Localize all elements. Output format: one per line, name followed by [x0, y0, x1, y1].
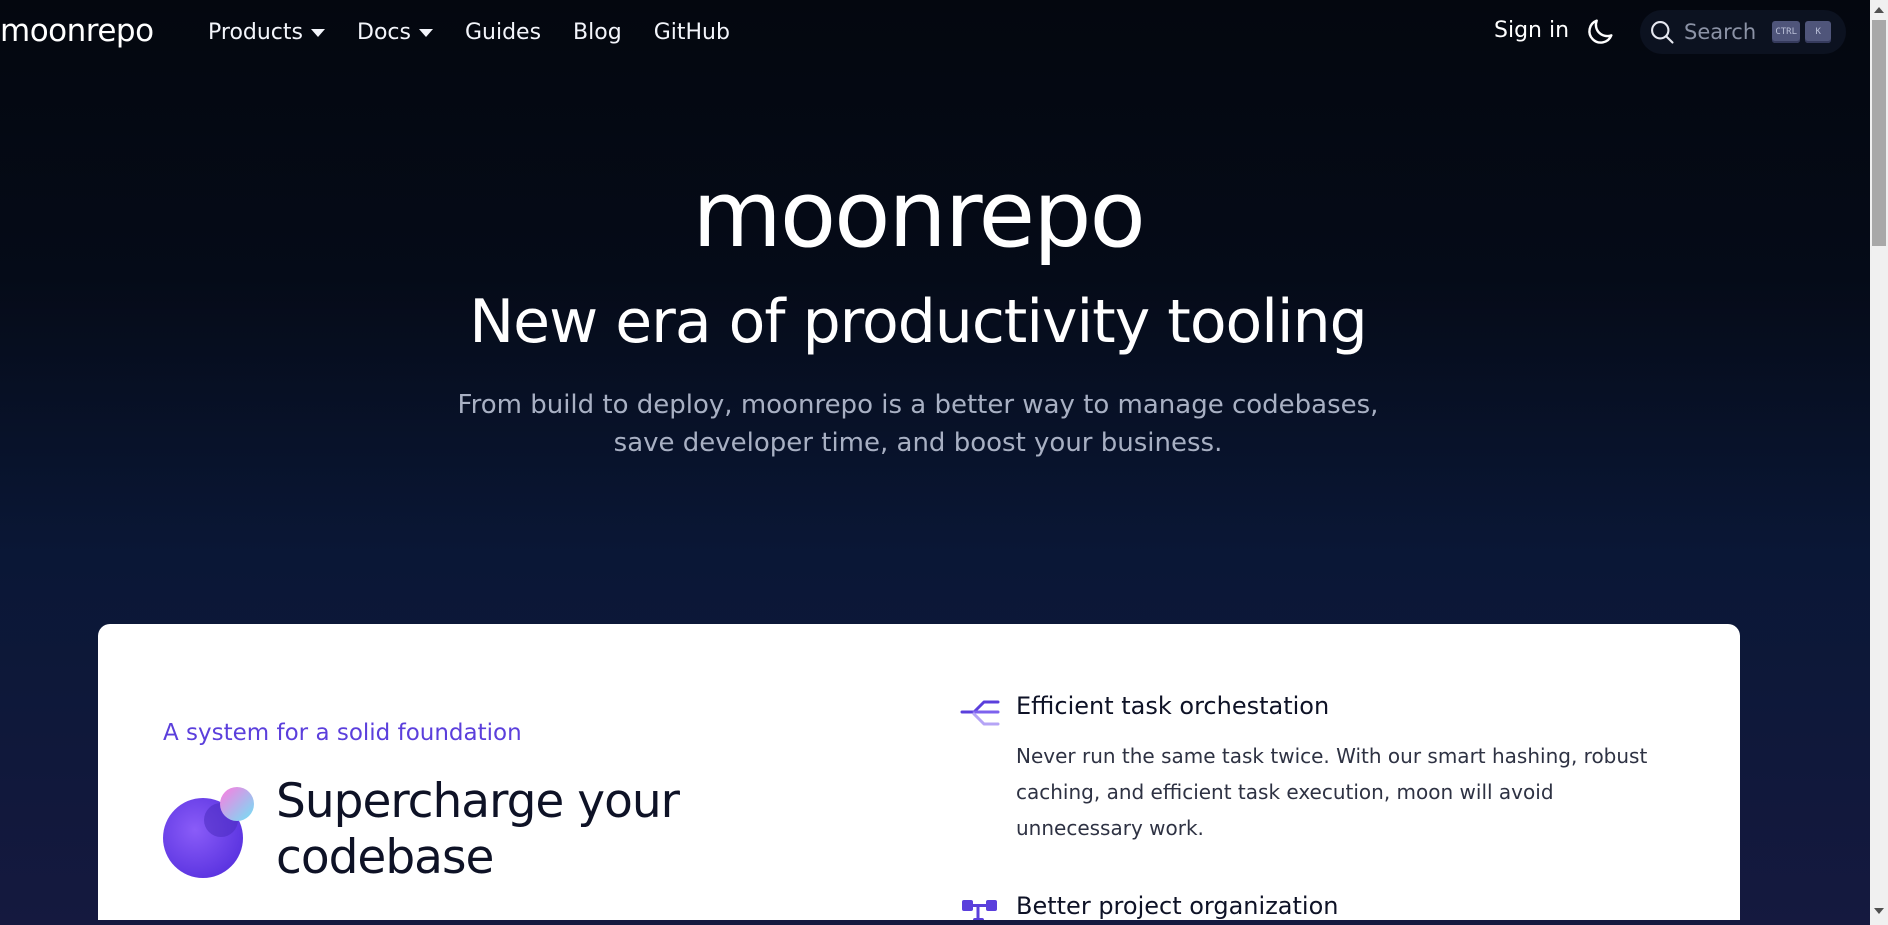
search-icon	[1651, 21, 1674, 44]
page-viewport: moonrepo Products Docs Guides Blog GitHu…	[0, 0, 1870, 920]
hero-subtitle-line-2: save developer time, and boost your busi…	[613, 428, 1223, 458]
nav-logo[interactable]: moonrepo	[0, 11, 154, 51]
scroll-down-arrow-icon[interactable]	[1874, 908, 1884, 914]
feature-description: Never run the same task twice. With our …	[1016, 744, 1648, 840]
hero-logo: moonrepo	[692, 161, 1146, 268]
caret-down-icon	[311, 29, 325, 37]
nav-links: Products Docs Guides Blog GitHub	[208, 18, 762, 46]
search-label: Search	[1684, 20, 1757, 44]
nav-item-github[interactable]: GitHub	[654, 18, 730, 46]
theme-toggle-button[interactable]	[1584, 16, 1616, 48]
nav-item-label: Products	[208, 19, 303, 45]
nav-item-label: Blog	[573, 19, 622, 45]
hero-subtitle: From build to deploy, moonrepo is a bett…	[0, 386, 1836, 462]
scroll-up-arrow-icon[interactable]	[1874, 7, 1884, 13]
caret-down-icon	[418, 29, 433, 37]
search-button[interactable]: Search CTRL K	[1640, 10, 1846, 54]
shortcut-key-ctrl: CTRL	[1772, 21, 1801, 43]
hero-title-text: New era of productivity tooling	[469, 287, 1367, 357]
planet-icon	[163, 787, 254, 878]
task-orchestration-icon	[960, 700, 1000, 726]
hero-subtitle-line-1: From build to deploy, moonrepo is a bett…	[457, 390, 1379, 420]
nav-item-label: GitHub	[653, 19, 730, 45]
scrollbar-thumb[interactable]	[1872, 20, 1886, 246]
vertical-scrollbar[interactable]	[1870, 0, 1888, 925]
card-title-line-2: codebase	[276, 830, 494, 885]
card-title: Supercharge your codebase	[276, 774, 756, 886]
features-card: A system for a solid foundation Supercha…	[98, 624, 1740, 920]
nav-item-blog[interactable]: Blog	[573, 18, 622, 46]
feature-title: Efficient task orchestation	[1016, 692, 1330, 720]
shortcut-key-k: K	[1805, 21, 1832, 43]
feature-title: Better project organization	[1016, 892, 1339, 920]
nav-item-docs[interactable]: Docs	[357, 18, 433, 46]
project-organization-icon	[962, 900, 997, 920]
top-navbar: moonrepo Products Docs Guides Blog GitHu…	[0, 0, 1870, 64]
card-eyebrow: A system for a solid foundation	[163, 720, 522, 746]
moon-icon	[1588, 19, 1613, 44]
nav-item-label: Docs	[357, 19, 411, 45]
nav-item-label: Guides	[464, 19, 542, 45]
nav-item-products[interactable]: Products	[208, 18, 325, 46]
hero-title: New era of productivity tooling	[0, 286, 1836, 358]
nav-item-guides[interactable]: Guides	[465, 18, 541, 46]
card-title-line-1: Supercharge your	[276, 774, 680, 829]
sign-in-link[interactable]: Sign in	[1494, 18, 1569, 43]
